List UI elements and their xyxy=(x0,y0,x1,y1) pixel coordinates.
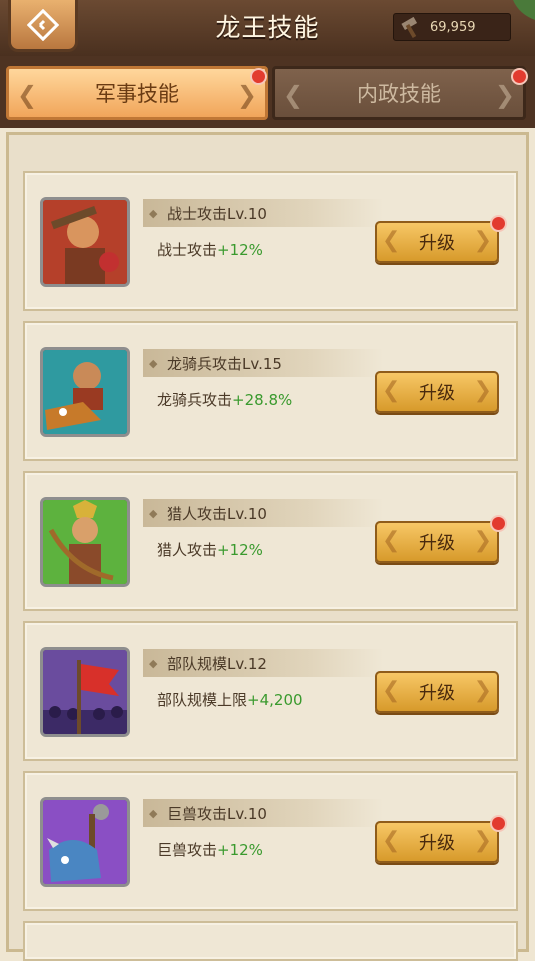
tab-label: 军事技能 xyxy=(95,82,179,106)
skill-effect: 巨兽攻击+12% xyxy=(157,839,263,860)
skill-name-bar: ◆ 部队规模Lv.12 xyxy=(143,649,383,677)
skill-effect: 龙骑兵攻击+28.8% xyxy=(157,389,292,410)
tab-bar: ❮ 军事技能 ❯ ❮ 内政技能 ❯ xyxy=(0,56,535,128)
chevron-right-icon: ❯ xyxy=(473,378,492,403)
skill-name: 龙骑兵攻击Lv.15 xyxy=(167,354,282,373)
effect-value: +12% xyxy=(217,841,263,859)
skill-card: ◆ 战士攻击Lv.10 战士攻击+12% ❮ 升级 ❯ xyxy=(23,171,518,311)
skill-name: 巨兽攻击Lv.10 xyxy=(167,804,267,823)
chevron-right-icon: ❯ xyxy=(494,81,515,109)
skill-name: 猎人攻击Lv.10 xyxy=(167,504,267,523)
skill-name-bar: ◆ 巨兽攻击Lv.10 xyxy=(143,799,383,827)
skill-card-partial xyxy=(23,921,518,961)
effect-value: +28.8% xyxy=(232,391,293,409)
chevron-left-icon: ❮ xyxy=(17,81,38,109)
resource-counter[interactable]: 69,959 xyxy=(393,13,511,41)
effect-value: +12% xyxy=(217,241,263,259)
diamond-icon: ◆ xyxy=(149,357,158,370)
notification-dot xyxy=(490,815,507,832)
chevron-left-icon: ❮ xyxy=(382,228,401,253)
chevron-left-icon: ❮ xyxy=(283,81,304,109)
skill-card: ◆ 部队规模Lv.12 部队规模上限+4,200 ❮ 升级 ❯ xyxy=(23,621,518,761)
tab-label: 内政技能 xyxy=(357,82,441,106)
hammer-icon xyxy=(401,16,418,39)
troop-banner-portrait xyxy=(40,647,130,737)
upgrade-button[interactable]: ❮ 升级 ❯ xyxy=(375,671,499,713)
chevron-right-icon: ❯ xyxy=(473,828,492,853)
skill-name-bar: ◆ 猎人攻击Lv.10 xyxy=(143,499,383,527)
chevron-right-icon: ❯ xyxy=(473,228,492,253)
chevron-right-icon: ❯ xyxy=(236,81,257,109)
skill-name-bar: ◆ 战士攻击Lv.10 xyxy=(143,199,383,227)
upgrade-button[interactable]: ❮ 升级 ❯ xyxy=(375,221,499,263)
skill-effect: 部队规模上限+4,200 xyxy=(157,689,303,710)
effect-value: +12% xyxy=(217,541,263,559)
upgrade-label: 升级 xyxy=(419,683,455,704)
chevron-left-icon: ❮ xyxy=(382,378,401,403)
upgrade-label: 升级 xyxy=(419,233,455,254)
skill-card: ◆ 猎人攻击Lv.10 猎人攻击+12% ❮ 升级 ❯ xyxy=(23,471,518,611)
top-bar: 龙王技能 69,959 xyxy=(0,0,535,59)
leaf-decoration xyxy=(513,0,535,20)
upgrade-label: 升级 xyxy=(419,383,455,404)
skill-effect: 战士攻击+12% xyxy=(157,239,263,260)
effect-label: 巨兽攻击 xyxy=(157,841,218,859)
skill-name-bar: ◆ 龙骑兵攻击Lv.15 xyxy=(143,349,383,377)
skill-card: ◆ 巨兽攻击Lv.10 巨兽攻击+12% ❮ 升级 ❯ xyxy=(23,771,518,911)
notification-dot xyxy=(511,68,528,85)
chevron-left-icon: ❮ xyxy=(382,828,401,853)
skill-effect: 猎人攻击+12% xyxy=(157,539,263,560)
diamond-icon: ◆ xyxy=(149,507,158,520)
hunter-portrait xyxy=(40,497,130,587)
effect-label: 猎人攻击 xyxy=(157,541,218,559)
skill-card: ◆ 龙骑兵攻击Lv.15 龙骑兵攻击+28.8% ❮ 升级 ❯ xyxy=(23,321,518,461)
upgrade-button[interactable]: ❮ 升级 ❯ xyxy=(375,371,499,413)
upgrade-button[interactable]: ❮ 升级 ❯ xyxy=(375,521,499,563)
notification-dot xyxy=(490,515,507,532)
notification-dot xyxy=(490,215,507,232)
skill-name: 战士攻击Lv.10 xyxy=(167,204,267,223)
beast-portrait xyxy=(40,797,130,887)
upgrade-button[interactable]: ❮ 升级 ❯ xyxy=(375,821,499,863)
skill-list-panel: ◆ 战士攻击Lv.10 战士攻击+12% ❮ 升级 ❯ ◆ 龙骑兵攻击Lv.15 xyxy=(6,132,529,961)
effect-value: +4,200 xyxy=(247,691,303,709)
chevron-left-icon: ❮ xyxy=(382,528,401,553)
dragoon-portrait xyxy=(40,347,130,437)
diamond-icon: ◆ xyxy=(149,657,158,670)
chevron-left-icon: ❮ xyxy=(382,678,401,703)
warrior-portrait xyxy=(40,197,130,287)
upgrade-label: 升级 xyxy=(419,533,455,554)
notification-dot xyxy=(250,68,267,85)
chevron-right-icon: ❯ xyxy=(473,528,492,553)
chevron-right-icon: ❯ xyxy=(473,678,492,703)
skill-name: 部队规模Lv.12 xyxy=(167,654,267,673)
effect-label: 部队规模上限 xyxy=(157,691,248,709)
resource-value: 69,959 xyxy=(430,19,476,35)
diamond-icon: ◆ xyxy=(149,807,158,820)
effect-label: 龙骑兵攻击 xyxy=(157,391,233,409)
diamond-icon: ◆ xyxy=(149,207,158,220)
upgrade-label: 升级 xyxy=(419,833,455,854)
tab-civil-skills[interactable]: ❮ 内政技能 ❯ xyxy=(272,66,526,120)
tab-military-skills[interactable]: ❮ 军事技能 ❯ xyxy=(6,66,268,120)
effect-label: 战士攻击 xyxy=(157,241,218,259)
